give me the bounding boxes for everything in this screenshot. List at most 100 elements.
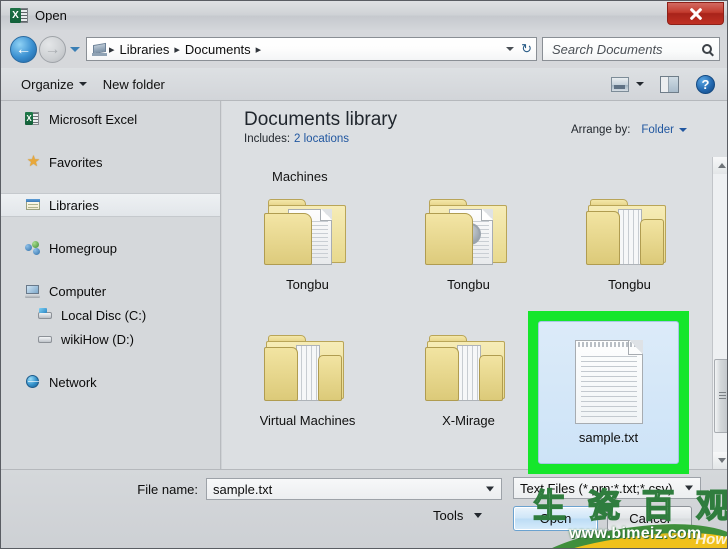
- sidebar-item-microsoft-excel[interactable]: X Microsoft Excel: [1, 107, 220, 131]
- help-icon[interactable]: ?: [696, 74, 715, 94]
- address-bar-row: ← → ▸ Libraries ▸ Documents ▸ ↻ Search D…: [1, 30, 727, 68]
- sidebar-item-label: Homegroup: [49, 240, 117, 256]
- breadcrumb-separator-2: ▸: [255, 43, 262, 56]
- file-item-label: Tongbu: [447, 277, 490, 292]
- breadcrumb-libraries[interactable]: Libraries: [116, 42, 174, 57]
- title-bar: X Open: [1, 1, 727, 30]
- includes-label: Includes:: [244, 133, 291, 145]
- chevron-down-icon[interactable]: [685, 485, 693, 491]
- sidebar-item-label: wikiHow (D:): [61, 331, 134, 347]
- folder-stack-icon: [262, 329, 354, 409]
- breadcrumb-separator-1: ▸: [174, 43, 180, 56]
- dialog-footer: File name: sample.txt Text Files (*.prn;…: [1, 469, 727, 548]
- folder-document-icon: [262, 193, 354, 273]
- file-item-tongbu-2[interactable]: Tongbu: [393, 187, 544, 323]
- sidebar-item-homegroup[interactable]: Homegroup: [1, 236, 220, 260]
- arrange-by-value[interactable]: Folder: [641, 124, 674, 136]
- close-button[interactable]: [667, 2, 724, 25]
- disk-drive-icon: [37, 331, 54, 347]
- sidebar-item-computer[interactable]: Computer: [1, 279, 220, 303]
- scroll-up-arrow-icon[interactable]: [713, 157, 727, 174]
- sidebar-item-label: Favorites: [49, 154, 103, 170]
- forward-arrow-icon: →: [44, 40, 61, 58]
- group-header-machines: Machines: [272, 169, 328, 184]
- chevron-down-icon: [474, 513, 483, 518]
- file-item-label: Virtual Machines: [259, 413, 356, 428]
- sidebar-item-libraries[interactable]: Libraries: [1, 193, 220, 217]
- file-item-label: Tongbu: [608, 277, 651, 292]
- breadcrumb-separator-0: ▸: [109, 43, 115, 56]
- chevron-down-icon[interactable]: [486, 486, 494, 492]
- change-view-icon[interactable]: [611, 76, 629, 92]
- tools-label: Tools: [433, 508, 464, 523]
- search-placeholder: Search Documents: [552, 41, 663, 57]
- folder-stack-icon: [584, 193, 676, 273]
- file-item-virtual-machines[interactable]: Virtual Machines: [232, 323, 383, 459]
- back-button[interactable]: ←: [10, 35, 37, 63]
- chevron-down-icon: [78, 82, 87, 86]
- arrange-by-control: Arrange by: Folder: [571, 124, 687, 136]
- file-name-value: sample.txt: [213, 481, 273, 497]
- computer-icon: [25, 283, 42, 299]
- history-dropdown-icon[interactable]: [69, 44, 80, 55]
- breadcrumb-documents[interactable]: Documents: [181, 42, 255, 57]
- sidebar-item-label: Local Disc (C:): [61, 307, 147, 323]
- search-icon: [702, 44, 712, 54]
- sidebar-item-wikihow-d[interactable]: wikiHow (D:): [1, 327, 220, 351]
- command-bar: Organize New folder ?: [1, 68, 727, 101]
- scroll-down-arrow-icon[interactable]: [713, 452, 727, 469]
- vertical-scrollbar[interactable]: [712, 157, 727, 469]
- file-item-label: sample.txt: [578, 430, 639, 445]
- forward-button[interactable]: →: [39, 35, 66, 63]
- folder-stack-icon: [423, 329, 515, 409]
- sidebar-item-label: Network: [49, 374, 97, 390]
- sidebar-item-favorites[interactable]: ★ Favorites: [1, 150, 220, 174]
- file-type-dropdown[interactable]: Text Files (*.prn;*.txt;*.csv): [513, 477, 701, 499]
- new-folder-label: New folder: [102, 76, 165, 92]
- window-title: Open: [35, 8, 67, 23]
- address-dropdown-icon[interactable]: [506, 47, 514, 51]
- sidebar-item-label: Computer: [49, 283, 107, 299]
- tools-button[interactable]: Tools: [433, 508, 483, 523]
- file-name-input[interactable]: sample.txt: [206, 478, 502, 500]
- chevron-down-icon[interactable]: [679, 128, 687, 132]
- view-chevron-down-icon[interactable]: [636, 82, 644, 86]
- navigation-pane: X Microsoft Excel ★ Favorites Libraries …: [1, 101, 221, 469]
- refresh-icon[interactable]: ↻: [521, 41, 532, 57]
- excel-icon: X: [25, 111, 42, 127]
- search-input[interactable]: Search Documents: [542, 37, 720, 61]
- folder-gear-icon: [423, 193, 515, 273]
- command-bar-right: ?: [611, 74, 715, 94]
- address-bar[interactable]: ▸ Libraries ▸ Documents ▸ ↻: [86, 37, 537, 61]
- file-item-sample-txt[interactable]: sample.txt: [538, 321, 679, 464]
- sidebar-item-label: Libraries: [49, 197, 99, 213]
- libraries-icon: [92, 42, 108, 57]
- preview-pane-icon[interactable]: [660, 75, 679, 93]
- file-item-tongbu-1[interactable]: Tongbu: [232, 187, 383, 323]
- sidebar-item-label: Microsoft Excel: [49, 111, 138, 127]
- text-file-icon: [574, 340, 643, 424]
- file-item-label: X-Mirage: [442, 413, 495, 428]
- homegroup-icon: [25, 240, 42, 256]
- file-item-label: Tongbu: [286, 277, 329, 292]
- open-file-dialog: X Open ← → ▸ Libraries ▸ Documents ▸ ↻ S…: [0, 0, 728, 549]
- star-icon: ★: [26, 153, 41, 170]
- cancel-button[interactable]: Cancel: [607, 506, 692, 531]
- sidebar-item-network[interactable]: Network: [1, 370, 220, 394]
- file-item-tongbu-3[interactable]: Tongbu: [554, 187, 705, 323]
- excel-icon: X: [10, 7, 28, 25]
- organize-label: Organize: [21, 76, 74, 92]
- hard-drive-icon: [37, 307, 54, 323]
- organize-button[interactable]: Organize: [13, 73, 95, 96]
- back-arrow-icon: ←: [15, 40, 32, 58]
- file-item-x-mirage[interactable]: X-Mirage: [393, 323, 544, 459]
- libraries-icon: [25, 197, 42, 213]
- scrollbar-thumb[interactable]: [714, 359, 727, 433]
- open-button[interactable]: Open: [513, 506, 598, 531]
- new-folder-button[interactable]: New folder: [95, 73, 173, 96]
- locations-link[interactable]: 2 locations: [294, 133, 349, 145]
- arrange-by-label: Arrange by:: [570, 124, 631, 136]
- sidebar-item-local-disc-c[interactable]: Local Disc (C:): [1, 303, 220, 327]
- file-type-value: Text Files (*.prn;*.txt;*.csv): [520, 480, 673, 496]
- network-globe-icon: [25, 374, 42, 390]
